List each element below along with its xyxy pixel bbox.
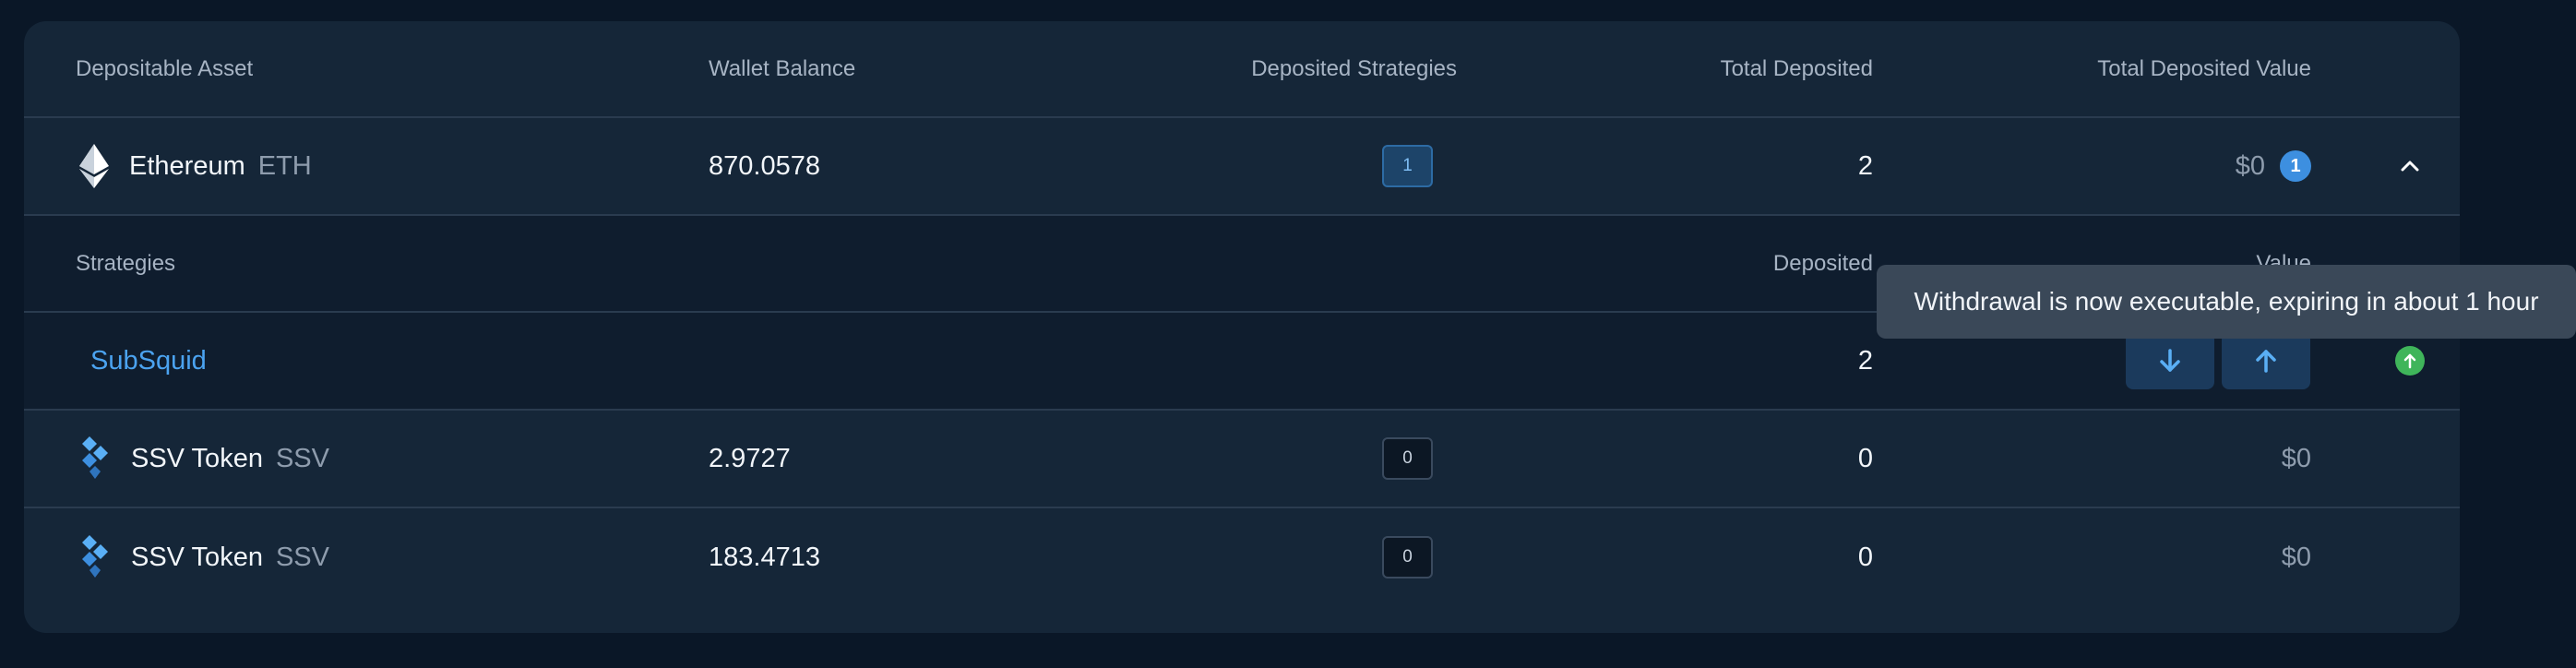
collapse-toggle[interactable]	[2391, 118, 2428, 214]
header-strategies: Strategies	[76, 250, 176, 276]
wallet-balance: 183.4713	[709, 542, 820, 572]
asset-symbol: ETH	[257, 150, 312, 181]
asset-cell: SSV Token SSV	[79, 508, 329, 606]
header-total-deposited-value: Total Deposited Value	[2097, 55, 2311, 81]
wallet-balance: 2.9727	[709, 443, 791, 473]
asset-symbol: SSV	[275, 443, 329, 473]
header-total-deposited: Total Deposited	[1720, 55, 1873, 81]
ssv-token-icon	[82, 436, 108, 479]
strategies-count-badge: 1	[1382, 145, 1433, 187]
total-deposited: 2	[1857, 150, 1873, 181]
total-deposited-value: $0	[2281, 542, 2311, 572]
strategies-cell: 0	[1382, 508, 1433, 606]
asset-symbol: SSV	[275, 542, 329, 572]
withdrawal-tooltip: Withdrawal is now executable, expiring i…	[1877, 265, 2576, 339]
asset-cell: SSV Token SSV	[79, 411, 329, 507]
table-row[interactable]: Ethereum ETH 870.0578 1 2 $0 1	[24, 118, 2460, 216]
asset-cell: Ethereum ETH	[79, 118, 312, 214]
ssv-token-icon	[82, 535, 108, 578]
total-deposited-value: $0	[2281, 443, 2311, 473]
header-deposited: Deposited	[1772, 250, 1873, 276]
wallet-balance: 870.0578	[709, 150, 820, 181]
info-count-badge[interactable]: 1	[2280, 150, 2311, 182]
header-deposited-strategies: Deposited Strategies	[1251, 55, 1457, 81]
table-header-row: Depositable Asset Wallet Balance Deposit…	[24, 21, 2460, 118]
strategy-link-subsquid[interactable]: SubSquid	[90, 313, 207, 409]
arrow-up-icon[interactable]	[2222, 332, 2310, 389]
table-row[interactable]: SSV Token SSV 183.4713 0 0 $0	[24, 508, 2460, 606]
strategies-count-badge: 0	[1382, 437, 1433, 480]
strategies-cell: 0	[1382, 411, 1433, 507]
total-deposited: 0	[1857, 542, 1873, 572]
strategies-cell: 1	[1382, 118, 1433, 214]
table-row[interactable]: SSV Token SSV 2.9727 0 0 $0	[24, 411, 2460, 508]
total-deposited: 0	[1857, 443, 1873, 473]
arrow-down-icon[interactable]	[2126, 332, 2214, 389]
asset-name: SSV Token	[131, 443, 263, 473]
total-deposited-value: $0	[2235, 150, 2265, 181]
header-wallet-balance: Wallet Balance	[709, 55, 856, 81]
chevron-up-icon[interactable]	[2391, 148, 2428, 185]
asset-name: SSV Token	[131, 542, 263, 572]
strategies-count-badge: 0	[1382, 536, 1433, 579]
total-value-cell: $0 1	[2236, 118, 2311, 214]
arrow-up-circle-icon[interactable]	[2395, 346, 2425, 376]
strategy-deposited: 2	[1857, 345, 1873, 376]
ethereum-icon	[79, 144, 109, 188]
asset-name: Ethereum	[129, 150, 245, 181]
header-asset: Depositable Asset	[76, 55, 254, 81]
